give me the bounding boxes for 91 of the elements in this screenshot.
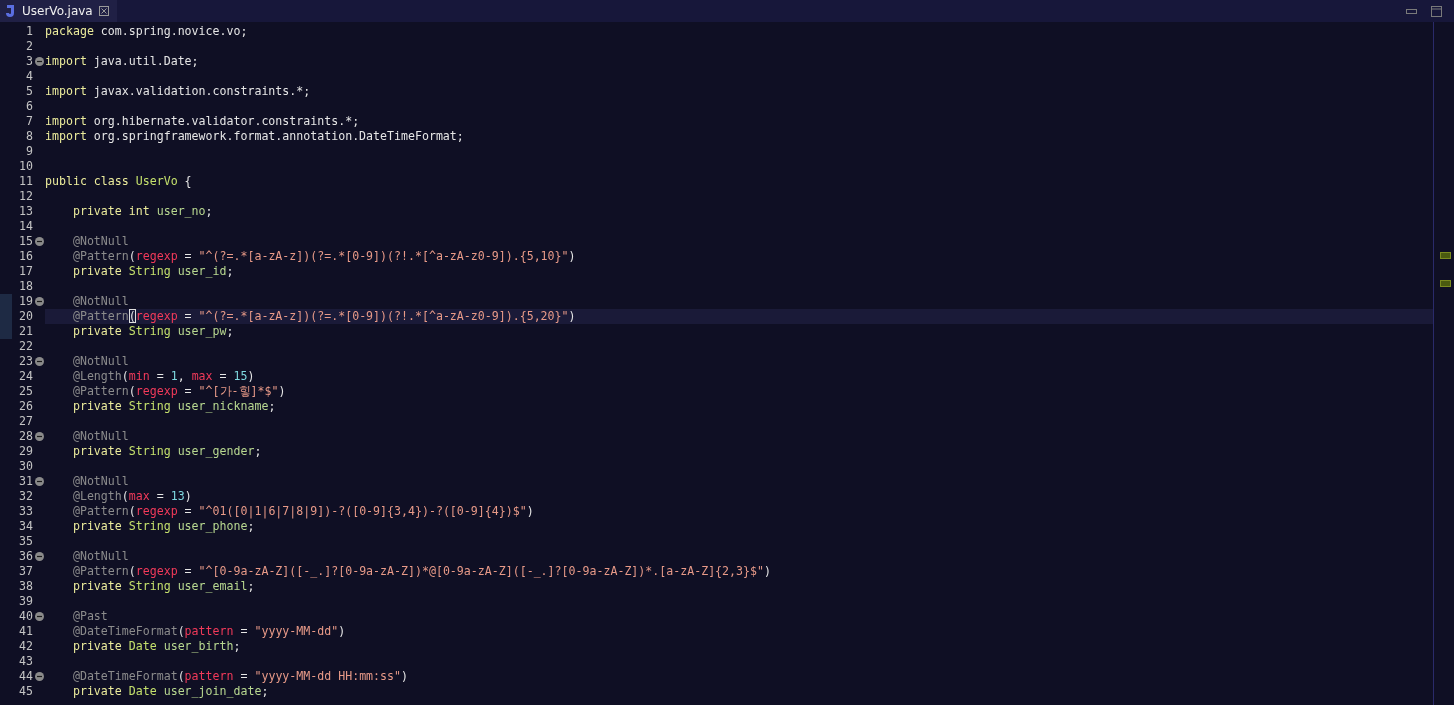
line-number: 10 bbox=[18, 159, 33, 174]
line-number: 19 bbox=[18, 294, 33, 309]
line-number: 11 bbox=[18, 174, 33, 189]
java-file-icon bbox=[4, 4, 16, 18]
line-number: 17 bbox=[18, 264, 33, 279]
collapse-icon[interactable] bbox=[34, 672, 44, 681]
line-number: 12 bbox=[18, 189, 33, 204]
code-line: import org.hibernate.validator.constraints.*; bbox=[45, 114, 361, 129]
line-number: 26 bbox=[18, 399, 33, 414]
code-line: private String user_email; bbox=[71, 579, 256, 594]
line-number: 25 bbox=[18, 384, 33, 399]
line-number: 9 bbox=[25, 144, 33, 159]
line-number: 40 bbox=[18, 609, 33, 624]
collapse-icon[interactable] bbox=[34, 237, 44, 246]
line-number: 32 bbox=[18, 489, 33, 504]
code-line: private String user_id; bbox=[71, 264, 235, 279]
code-line: private String user_gender; bbox=[71, 444, 263, 459]
code-line: @DateTimeFormat(pattern = "yyyy-MM-dd") bbox=[71, 624, 347, 639]
line-number: 41 bbox=[18, 624, 33, 639]
line-number: 3 bbox=[25, 54, 33, 69]
line-number: 36 bbox=[18, 549, 33, 564]
collapse-icon[interactable] bbox=[34, 297, 44, 306]
line-number: 35 bbox=[18, 534, 33, 549]
collapse-icon[interactable] bbox=[34, 552, 44, 561]
code-line: @NotNull bbox=[71, 549, 130, 564]
line-number: 1 bbox=[25, 24, 33, 39]
line-number: 5 bbox=[25, 84, 33, 99]
code-line: private Date user_join_date; bbox=[71, 684, 270, 699]
code-line: import org.springframework.format.annotation.DateTimeFormat; bbox=[45, 129, 465, 144]
code-line: @NotNull bbox=[71, 234, 130, 249]
line-number: 2 bbox=[25, 39, 33, 54]
line-number: 37 bbox=[18, 564, 33, 579]
line-number: 45 bbox=[18, 684, 33, 699]
line-number: 33 bbox=[18, 504, 33, 519]
collapse-icon[interactable] bbox=[34, 612, 44, 621]
editor-tab[interactable]: UserVo.java bbox=[0, 0, 117, 22]
line-number: 15 bbox=[18, 234, 33, 249]
code-line: private Date user_birth; bbox=[71, 639, 242, 654]
line-number: 7 bbox=[25, 114, 33, 129]
code-line: @NotNull bbox=[71, 294, 130, 309]
collapse-icon[interactable] bbox=[34, 357, 44, 366]
line-number: 23 bbox=[18, 354, 33, 369]
warning-marker[interactable] bbox=[1440, 252, 1451, 259]
code-line: import javax.validation.constraints.*; bbox=[45, 84, 312, 99]
collapse-icon[interactable] bbox=[34, 477, 44, 486]
line-number: 42 bbox=[18, 639, 33, 654]
code-line: @Length(max = 13) bbox=[71, 489, 193, 504]
line-number: 44 bbox=[18, 669, 33, 684]
line-number: 31 bbox=[18, 474, 33, 489]
line-number: 21 bbox=[18, 324, 33, 339]
line-number: 20 bbox=[18, 309, 33, 324]
line-number: 28 bbox=[18, 429, 33, 444]
line-number: 29 bbox=[18, 444, 33, 459]
code-line: private String user_phone; bbox=[71, 519, 256, 534]
code-line: public class UserVo { bbox=[45, 174, 193, 189]
maximize-icon[interactable] bbox=[1431, 5, 1442, 17]
line-number: 4 bbox=[25, 69, 33, 84]
line-number: 34 bbox=[18, 519, 33, 534]
line-number: 24 bbox=[18, 369, 33, 384]
line-number: 43 bbox=[18, 654, 33, 669]
line-number: 6 bbox=[25, 99, 33, 114]
code-line: @Pattern(regexp = "^(?=.*[a-zA-z])(?=.*[0-9])(?!.*[^a-zA-z0-9]).{5,10}") bbox=[71, 249, 577, 264]
line-number: 30 bbox=[18, 459, 33, 474]
collapse-icon[interactable] bbox=[34, 57, 44, 66]
code-line: @DateTimeFormat(pattern = "yyyy-MM-dd HH:mm:ss") bbox=[71, 669, 409, 684]
warning-marker[interactable] bbox=[1440, 280, 1451, 287]
minimize-icon[interactable] bbox=[1406, 8, 1417, 14]
line-number: 27 bbox=[18, 414, 33, 429]
line-number: 18 bbox=[18, 279, 33, 294]
line-number: 14 bbox=[18, 219, 33, 234]
code-line: private String user_nickname; bbox=[71, 399, 277, 414]
collapse-icon[interactable] bbox=[34, 432, 44, 441]
line-number: 16 bbox=[18, 249, 33, 264]
line-number: 22 bbox=[18, 339, 33, 354]
code-line: private String user_pw; bbox=[71, 324, 235, 339]
code-line: @Length(min = 1, max = 15) bbox=[71, 369, 256, 384]
code-line: @Pattern(regexp = "^[0-9a-zA-Z]([-_.]?[0-9a-zA-Z])*@[0-9a-zA-Z]([-_.]?[0-9a-zA-Z])*.[a-zA-Z]{2,3}$") bbox=[71, 564, 772, 579]
code-line: @NotNull bbox=[71, 429, 130, 444]
close-icon[interactable] bbox=[98, 6, 109, 16]
line-number: 38 bbox=[18, 579, 33, 594]
line-number: 8 bbox=[25, 129, 33, 144]
code-line: import java.util.Date; bbox=[45, 54, 200, 69]
code-line: @Pattern(regexp = "^[가-힣]*$") bbox=[71, 384, 287, 399]
code-line: @NotNull bbox=[71, 474, 130, 489]
code-line: private int user_no; bbox=[71, 204, 214, 219]
code-line: package com.spring.novice.vo; bbox=[45, 24, 249, 39]
code-line: @Past bbox=[71, 609, 109, 624]
code-line: @NotNull bbox=[71, 354, 130, 369]
code-line: @Pattern(regexp = "^01([0|1|6|7|8|9])-?([0-9]{3,4})-?([0-9]{4})$") bbox=[71, 504, 535, 519]
line-number: 13 bbox=[18, 204, 33, 219]
line-number: 39 bbox=[18, 594, 33, 609]
